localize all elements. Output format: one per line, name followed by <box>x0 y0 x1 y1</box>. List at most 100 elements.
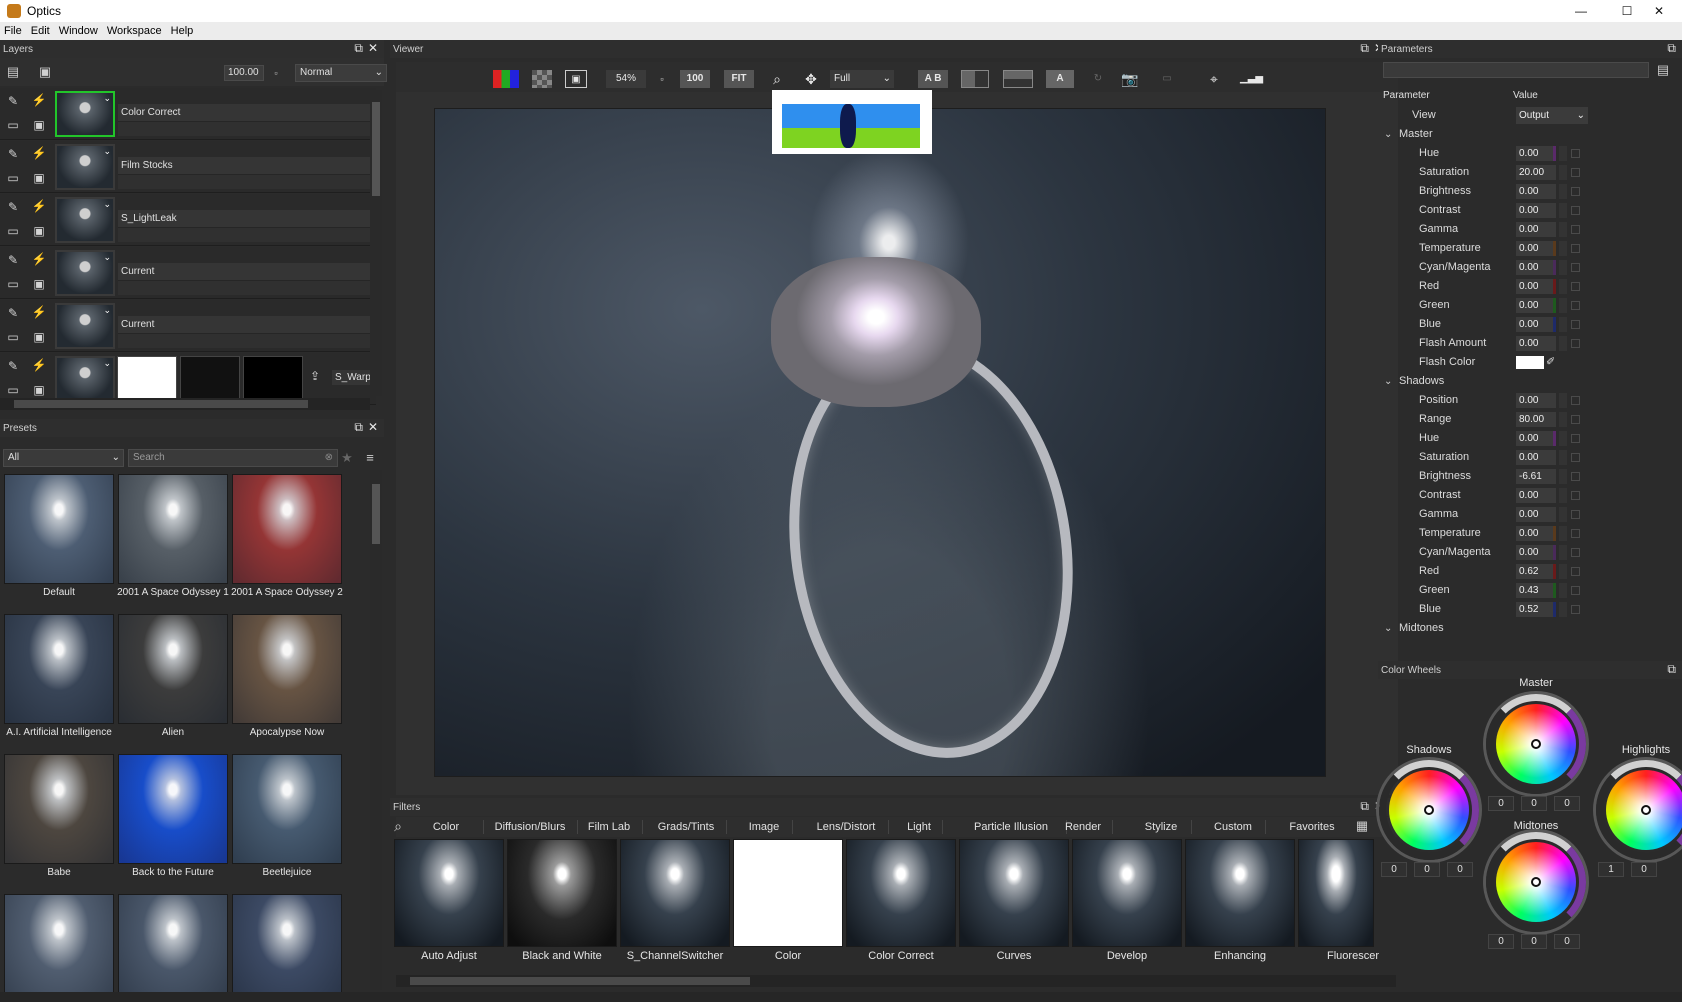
chevron-down-icon[interactable]: ⌄ <box>103 199 111 210</box>
param-value-field[interactable]: -6.61 <box>1516 469 1556 484</box>
param-stepper[interactable] <box>1559 203 1567 218</box>
hscroll-thumb[interactable] <box>410 977 750 985</box>
menu-workspace[interactable]: Workspace <box>107 25 162 37</box>
text-overlay-icon[interactable]: A <box>1046 70 1074 88</box>
param-stepper[interactable] <box>1559 260 1567 275</box>
param-stepper[interactable] <box>1559 602 1567 617</box>
monitor-icon[interactable]: ▭ <box>5 329 21 345</box>
param-stepper[interactable] <box>1559 279 1567 294</box>
magnify-icon[interactable]: ⌕ <box>768 70 786 88</box>
chevron-down-icon[interactable]: ⌄ <box>103 252 111 263</box>
mask-icon[interactable]: ▣ <box>31 276 47 292</box>
preset-thumbnail[interactable] <box>232 894 342 1002</box>
param-value-field[interactable]: 0.00 <box>1516 431 1556 446</box>
mask-thumbnail[interactable] <box>117 356 177 402</box>
filter-search-icon[interactable]: ⌕ <box>390 818 406 834</box>
preset-thumbnail[interactable] <box>118 754 228 864</box>
undock-icon[interactable]: ⧉ <box>1360 41 1369 56</box>
preset-thumbnail[interactable] <box>232 614 342 724</box>
loop-icon[interactable]: ↻ <box>1090 70 1106 88</box>
param-reset-box[interactable] <box>1571 529 1580 538</box>
param-value-field[interactable]: 0.00 <box>1516 146 1556 161</box>
lightning-icon[interactable]: ⚡ <box>31 92 47 108</box>
hamburger-menu-icon[interactable]: ≡ <box>362 450 378 466</box>
resolution-select[interactable]: Full ⌄ <box>830 70 894 88</box>
preset-thumbnail[interactable] <box>232 474 342 584</box>
mask-thumbnail[interactable] <box>180 356 240 402</box>
param-reset-box[interactable] <box>1571 586 1580 595</box>
param-reset-box[interactable] <box>1571 415 1580 424</box>
mask-icon[interactable]: ▣ <box>31 382 47 398</box>
param-value-field[interactable]: 0.52 <box>1516 602 1556 617</box>
param-value-field[interactable]: 0.00 <box>1516 336 1556 351</box>
lightning-icon[interactable]: ⚡ <box>31 198 47 214</box>
filter-thumbnail[interactable] <box>959 839 1069 947</box>
filter-thumbnail[interactable] <box>620 839 730 947</box>
mask-icon[interactable]: ▣ <box>31 117 47 133</box>
rgb-channels-icon[interactable] <box>493 70 519 88</box>
lightning-icon[interactable]: ⚡ <box>31 304 47 320</box>
monitor-icon[interactable]: ▭ <box>5 117 21 133</box>
param-reset-box[interactable] <box>1571 168 1580 177</box>
layer-settings-icon[interactable]: ▣ <box>37 64 53 80</box>
wheel-value-field[interactable]: 0 <box>1447 862 1473 877</box>
filter-tab[interactable]: Render <box>1058 819 1108 835</box>
param-value-field[interactable]: 0.00 <box>1516 526 1556 541</box>
wheel-value-field[interactable]: 0 <box>1554 934 1580 949</box>
param-reset-box[interactable] <box>1571 244 1580 253</box>
param-value-field[interactable]: 0.00 <box>1516 279 1556 294</box>
mask-thumbnail[interactable] <box>243 356 303 402</box>
camera-snapshot-icon[interactable]: 📷 <box>1118 70 1142 88</box>
layer-edit-icon[interactable]: ✎ <box>5 199 21 215</box>
menu-window[interactable]: Window <box>59 25 98 37</box>
ab-compare-button[interactable]: A B <box>918 70 948 88</box>
wheel-value-field[interactable]: 0 <box>1521 796 1547 811</box>
param-reset-box[interactable] <box>1571 301 1580 310</box>
filter-thumbnail[interactable] <box>1072 839 1182 947</box>
mask-icon[interactable]: ▣ <box>31 223 47 239</box>
flash-color-swatch[interactable] <box>1516 356 1544 369</box>
chevron-down-icon[interactable]: ⌄ <box>103 146 111 157</box>
filter-thumbnail[interactable] <box>733 839 843 947</box>
wheel-value-field[interactable]: 1 <box>1598 862 1624 877</box>
param-reset-box[interactable] <box>1571 434 1580 443</box>
preset-thumbnail[interactable] <box>4 614 114 724</box>
layer-opacity-input[interactable]: 100.00 <box>224 65 264 81</box>
layer-row[interactable]: ✎ ⚡ ▭ ▣ ⌄ S_LightLeak <box>0 194 376 246</box>
layer-edit-icon[interactable]: ✎ <box>5 252 21 268</box>
layer-name[interactable]: Current <box>118 263 376 281</box>
grid-view-icon[interactable]: ▦ <box>1354 818 1370 834</box>
layer-name[interactable]: Film Stocks <box>118 157 376 175</box>
param-reset-box[interactable] <box>1571 396 1580 405</box>
filter-thumbnail[interactable] <box>1185 839 1295 947</box>
hscroll-thumb[interactable] <box>14 400 308 408</box>
preset-thumbnail[interactable] <box>232 754 342 864</box>
layer-thumbnail[interactable]: ⌄ <box>55 197 115 243</box>
lightning-icon[interactable]: ⚡ <box>31 251 47 267</box>
param-reset-box[interactable] <box>1571 548 1580 557</box>
close-panel-icon[interactable]: ✕ <box>368 41 378 56</box>
filter-thumbnail[interactable] <box>394 839 504 947</box>
chevron-down-icon[interactable]: ⌄ <box>103 305 111 316</box>
layer-edit-icon[interactable]: ✎ <box>5 358 21 374</box>
checkerboard-icon[interactable] <box>532 70 552 88</box>
param-value-field[interactable]: 0.62 <box>1516 564 1556 579</box>
param-stepper[interactable] <box>1559 431 1567 446</box>
param-stepper[interactable] <box>1559 564 1567 579</box>
mask-icon[interactable]: ▣ <box>31 170 47 186</box>
undock-icon[interactable]: ⧉ <box>354 420 363 435</box>
param-reset-box[interactable] <box>1571 263 1580 272</box>
layer-thumbnail[interactable]: ⌄ <box>55 250 115 296</box>
add-layer-icon[interactable]: ▤ <box>5 64 21 80</box>
param-stepper[interactable] <box>1559 317 1567 332</box>
param-reset-box[interactable] <box>1571 225 1580 234</box>
preset-thumbnail[interactable] <box>4 894 114 1002</box>
menu-file[interactable]: File <box>4 25 22 37</box>
layers-scrollbar[interactable] <box>370 90 382 396</box>
param-stepper[interactable] <box>1559 184 1567 199</box>
chevron-down-icon[interactable]: ⌄ <box>1384 125 1392 144</box>
wheel-value-field[interactable]: 0 <box>1631 862 1657 877</box>
preset-thumbnail[interactable] <box>4 474 114 584</box>
param-stepper[interactable] <box>1559 241 1567 256</box>
undock-icon[interactable]: ⧉ <box>354 41 363 56</box>
